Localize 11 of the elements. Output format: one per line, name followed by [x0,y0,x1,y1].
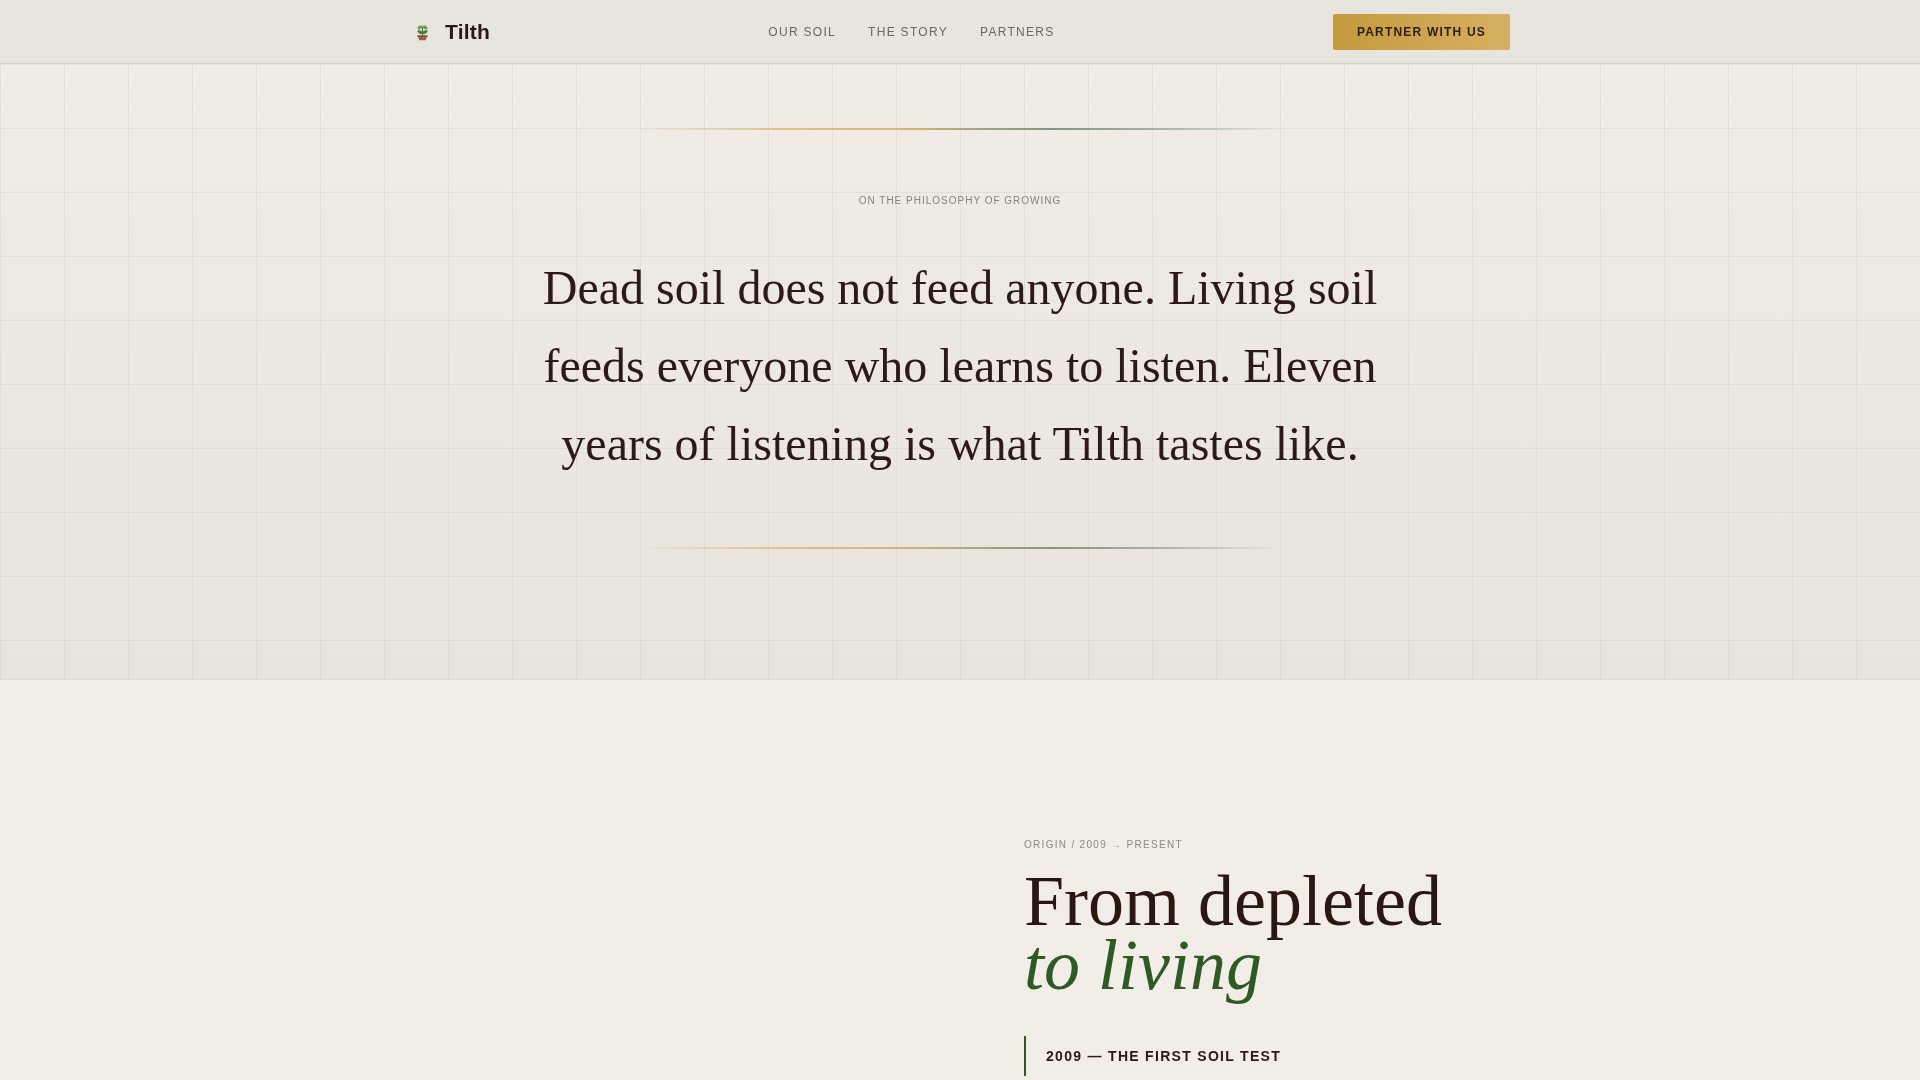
brand-name: Tilth [445,19,490,44]
partner-button[interactable]: PARTNER WITH US [1333,13,1510,50]
potted-plant-icon [416,22,429,41]
heading-accent: to living [1024,938,1262,1006]
nav-link[interactable]: OUR SOIL [768,24,837,39]
hero-eyebrow: ON THE PHILOSOPHY OF GROWING [858,195,1062,207]
section-eyebrow: ORIGIN / 2009 → PRESENT [1024,838,1183,852]
milestone-title: 2009 — THE FIRST SOIL TEST [1024,1036,1282,1076]
nav-link[interactable]: PARTNERS [980,24,1055,39]
hero-quote: Dead soil does not feed anyone. Living soil feeds everyone who learns to listen. Eleven years of listening is what Tilth tastes like. [541,260,1379,472]
nav-link[interactable]: THE STORY [868,24,948,39]
